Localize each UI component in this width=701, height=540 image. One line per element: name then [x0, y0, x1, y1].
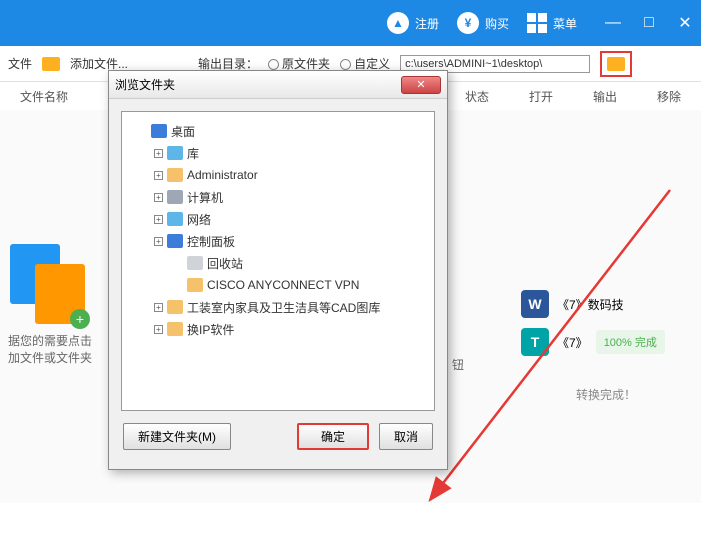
folder-icon	[167, 212, 183, 226]
expand-icon[interactable]: +	[154, 237, 163, 246]
tree-item[interactable]: CISCO ANYCONNECT VPN	[126, 274, 430, 296]
tree-label: CISCO ANYCONNECT VPN	[207, 278, 359, 292]
tree-label: 工装室内家具及卫生洁具等CAD图库	[187, 299, 380, 316]
tree-label: 桌面	[171, 123, 195, 140]
col-open: 打开	[529, 88, 553, 105]
folder-icon	[167, 190, 183, 204]
folder-tree[interactable]: 桌面+库+Administrator+计算机+网络+控制面板回收站CISCO A…	[121, 111, 435, 411]
folder-icon	[167, 322, 183, 336]
empty-state: + + 据您的需要点击 加文件或文件夹	[0, 240, 100, 440]
close-button[interactable]: ✕	[677, 15, 693, 31]
result-row: T 《7》 100% 完成	[521, 328, 691, 356]
folder-icon	[42, 57, 60, 71]
register-label: 注册	[415, 15, 439, 32]
user-icon: ▲	[387, 12, 409, 34]
done-label: 转换完成！	[521, 386, 691, 403]
yen-icon: ¥	[457, 12, 479, 34]
doc2-label: 《7》	[557, 334, 588, 351]
tree-label: 库	[187, 145, 199, 162]
dialog-titlebar: 浏览文件夹 ✕	[109, 71, 447, 99]
tree-item[interactable]: 桌面	[126, 120, 430, 142]
browse-button[interactable]	[600, 51, 632, 77]
expand-icon[interactable]: +	[154, 149, 163, 158]
browse-dialog: 浏览文件夹 ✕ 桌面+库+Administrator+计算机+网络+控制面板回收…	[108, 70, 448, 470]
result-panel: W 《7》数码技 T 《7》 100% 完成 转换完成！	[521, 290, 691, 403]
folder-icon	[151, 124, 167, 138]
menu-label: 菜单	[553, 15, 577, 32]
tree-item[interactable]: + 网络	[126, 208, 430, 230]
expand-icon[interactable]: +	[154, 215, 163, 224]
dialog-title: 浏览文件夹	[115, 76, 175, 93]
text-icon: T	[521, 328, 549, 356]
folder-icon	[167, 146, 183, 160]
minimize-button[interactable]: ―	[605, 15, 621, 31]
expand-icon[interactable]: +	[154, 193, 163, 202]
tree-label: Administrator	[187, 168, 258, 182]
expand-icon[interactable]: +	[154, 303, 163, 312]
buy-label: 购买	[485, 15, 509, 32]
tree-item[interactable]: +库	[126, 142, 430, 164]
menu-button[interactable]: 菜单	[527, 13, 577, 33]
file-label: 文件	[8, 55, 32, 72]
word-icon: W	[521, 290, 549, 318]
tree-label: 计算机	[187, 189, 223, 206]
tree-label: 控制面板	[187, 233, 235, 250]
empty-line2: 加文件或文件夹	[8, 349, 92, 366]
tree-item[interactable]: + 控制面板	[126, 230, 430, 252]
tree-item[interactable]: 回收站	[126, 252, 430, 274]
folder-icon	[607, 57, 625, 71]
grid-icon	[527, 13, 547, 33]
col-output: 输出	[593, 88, 617, 105]
button-label-fragment: 钮	[452, 356, 464, 373]
tree-label: 换IP软件	[187, 321, 234, 338]
buy-button[interactable]: ¥ 购买	[457, 12, 509, 34]
col-filename: 文件名称	[20, 88, 68, 105]
expand-icon[interactable]: +	[154, 171, 163, 180]
tree-label: 网络	[187, 211, 211, 228]
folder-icon	[167, 168, 183, 182]
register-button[interactable]: ▲ 注册	[387, 12, 439, 34]
newfolder-button[interactable]: 新建文件夹(M)	[123, 423, 231, 450]
result-row: W 《7》数码技	[521, 290, 691, 318]
expand-icon[interactable]: +	[154, 325, 163, 334]
folder-icon	[167, 234, 183, 248]
titlebar: ▲ 注册 ¥ 购买 菜单 ― □ ✕	[0, 0, 701, 46]
tree-item[interactable]: + 换IP软件	[126, 318, 430, 340]
ok-button[interactable]: 确定	[297, 423, 369, 450]
doc1-label: 《7》数码技	[557, 296, 624, 313]
folder-icon	[187, 256, 203, 270]
col-remove: 移除	[657, 88, 681, 105]
dialog-close-button[interactable]: ✕	[401, 76, 441, 94]
col-status: 状态	[465, 88, 489, 105]
maximize-button[interactable]: □	[641, 15, 657, 31]
tree-label: 回收站	[207, 255, 243, 272]
empty-line1: 据您的需要点击	[8, 332, 92, 349]
tree-item[interactable]: + 工装室内家具及卫生洁具等CAD图库	[126, 296, 430, 318]
tree-item[interactable]: + Administrator	[126, 164, 430, 186]
cancel-button[interactable]: 取消	[379, 423, 433, 450]
folder-icon	[167, 300, 183, 314]
dialog-buttons: 新建文件夹(M) 确定 取消	[109, 423, 447, 450]
window-controls: ― □ ✕	[605, 15, 693, 31]
file-stack-icon: + +	[10, 244, 90, 324]
progress-badge: 100% 完成	[596, 330, 665, 354]
folder-icon	[187, 278, 203, 292]
tree-item[interactable]: + 计算机	[126, 186, 430, 208]
